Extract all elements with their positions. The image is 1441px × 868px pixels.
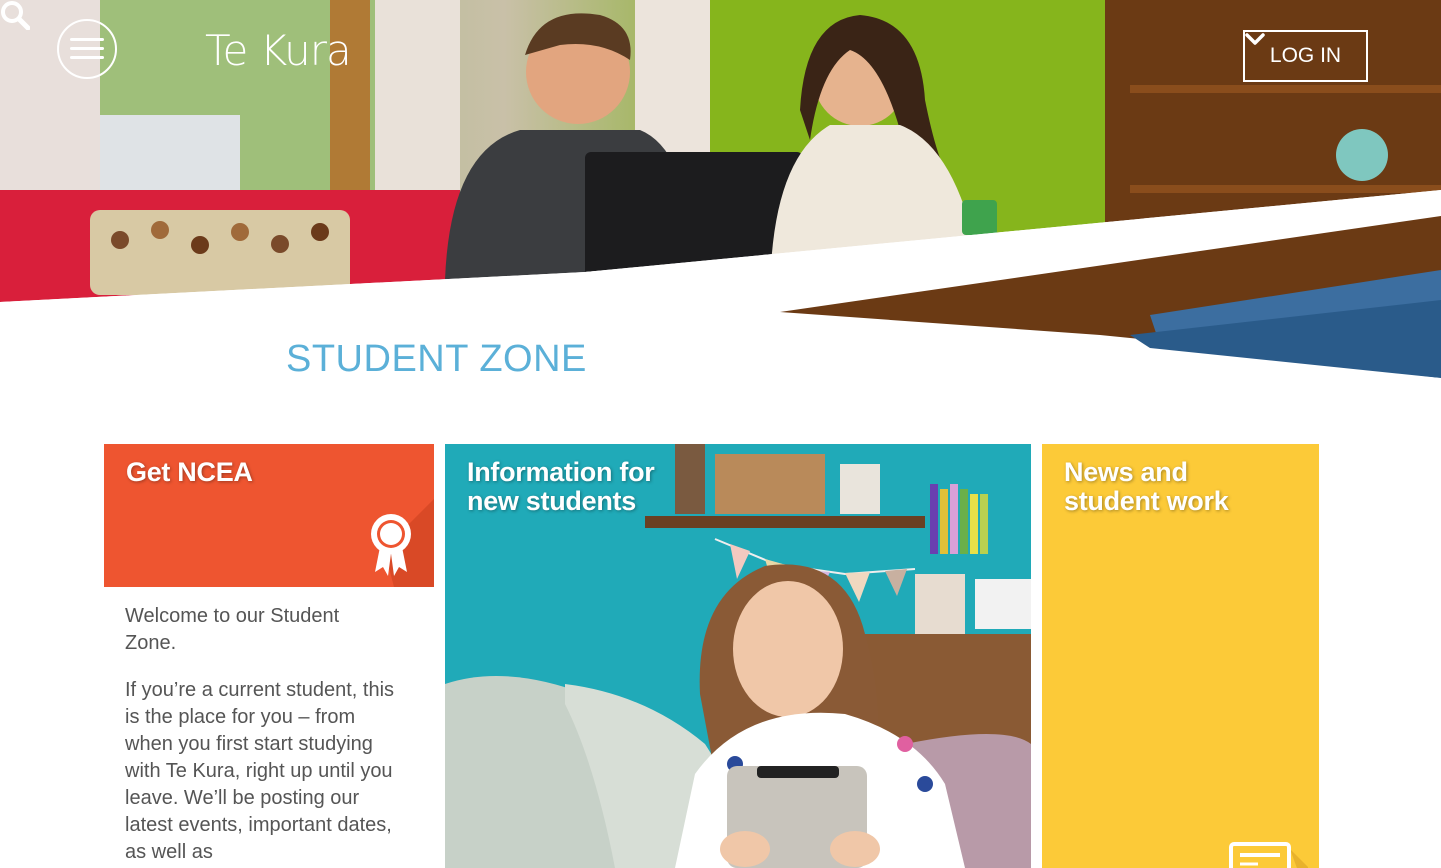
chevron-down-icon <box>1245 33 1265 45</box>
intro-text: Welcome to our Student Zone. If you’re a… <box>125 603 395 868</box>
site-logo[interactable]: Te Kura <box>205 26 352 76</box>
login-button[interactable]: LOG IN <box>1243 30 1368 82</box>
menu-button[interactable] <box>57 19 117 79</box>
intro-paragraph: Welcome to our Student Zone. <box>125 605 340 654</box>
tile-title: Information for new students <box>467 457 655 516</box>
tile-news-student-work[interactable]: News and student work <box>1042 444 1319 868</box>
page-title: STUDENT ZONE <box>286 338 587 380</box>
tile-title: News and student work <box>1064 457 1229 516</box>
intro-paragraph: If you’re a current student, this is the… <box>125 679 395 863</box>
award-ribbon-icon <box>371 514 411 576</box>
search-icon[interactable] <box>0 0 30 30</box>
tile-information-new-students[interactable]: Information for new students <box>445 444 1031 868</box>
newspaper-icon <box>1229 842 1308 868</box>
page: Te Kura LOG IN STUDENT ZONE Get NCEA Inf… <box>0 0 1441 868</box>
hero-banner: Te Kura LOG IN <box>0 0 1441 380</box>
login-label: LOG IN <box>1269 44 1342 67</box>
tile-title: Get NCEA <box>126 457 253 487</box>
hamburger-menu-icon <box>70 38 104 60</box>
